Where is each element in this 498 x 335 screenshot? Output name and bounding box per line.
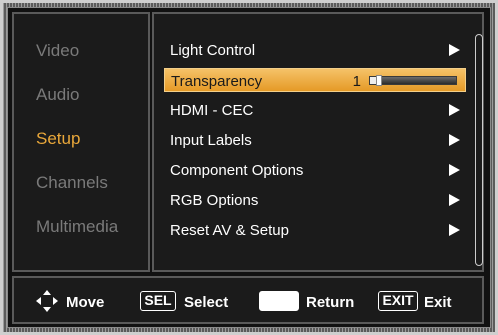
menu-item-rgb-options[interactable]: RGB Options bbox=[164, 188, 466, 212]
menu-item-hdmi-cec[interactable]: HDMI - CEC bbox=[164, 98, 466, 122]
exit-hint-label: Exit bbox=[424, 294, 452, 311]
slider-thumb[interactable] bbox=[375, 75, 382, 86]
menu-item-reset-av-setup[interactable]: Reset AV & Setup bbox=[164, 218, 466, 242]
menu-item-label: Input Labels bbox=[170, 132, 252, 149]
menu-item-label: Reset AV & Setup bbox=[170, 222, 289, 239]
menu-item-label: RGB Options bbox=[170, 192, 259, 209]
button-hints-bar: Move SEL Select Return EXIT Exit bbox=[12, 276, 484, 324]
menu-item-transparency[interactable]: Transparency 1 bbox=[164, 68, 466, 92]
move-hint-label: Move bbox=[66, 294, 105, 311]
sidebar-item-setup[interactable]: Setup bbox=[36, 129, 80, 149]
menu-item-input-labels[interactable]: Input Labels bbox=[164, 128, 466, 152]
play-arrow-icon bbox=[449, 134, 460, 146]
menu-item-label: Transparency bbox=[171, 73, 263, 90]
play-arrow-icon bbox=[449, 104, 460, 116]
menu-item-label: HDMI - CEC bbox=[170, 102, 254, 119]
category-sidebar: Video Audio Setup Channels Multimedia bbox=[12, 12, 150, 272]
play-arrow-icon bbox=[449, 194, 460, 206]
sel-key: SEL bbox=[140, 291, 176, 311]
menu-item-light-control[interactable]: Light Control bbox=[164, 38, 466, 62]
menu-item-label: Component Options bbox=[170, 162, 304, 179]
sidebar-item-audio[interactable]: Audio bbox=[36, 85, 79, 105]
select-hint-label: Select bbox=[184, 294, 229, 311]
sidebar-item-channels[interactable]: Channels bbox=[36, 173, 108, 193]
menu-item-label: Light Control bbox=[170, 42, 256, 59]
play-arrow-icon bbox=[449, 224, 460, 236]
menu-item-component-options[interactable]: Component Options bbox=[164, 158, 466, 182]
play-arrow-icon bbox=[449, 44, 460, 56]
play-arrow-icon bbox=[449, 164, 460, 176]
transparency-value: 1 bbox=[352, 73, 361, 90]
osd-menu-panel: Video Audio Setup Channels Multimedia Li… bbox=[7, 7, 491, 328]
menu-scrollbar[interactable] bbox=[475, 34, 483, 266]
sidebar-item-multimedia[interactable]: Multimedia bbox=[36, 217, 118, 237]
sidebar-item-video[interactable]: Video bbox=[36, 41, 79, 61]
move-arrows-icon bbox=[36, 290, 58, 312]
setup-menu-list: Light Control Transparency 1 HDMI - CEC … bbox=[152, 12, 484, 272]
return-hint-label: Return bbox=[306, 294, 355, 311]
transparency-slider[interactable] bbox=[369, 75, 457, 86]
exit-key: EXIT bbox=[378, 291, 418, 311]
return-key-icon bbox=[259, 291, 299, 311]
